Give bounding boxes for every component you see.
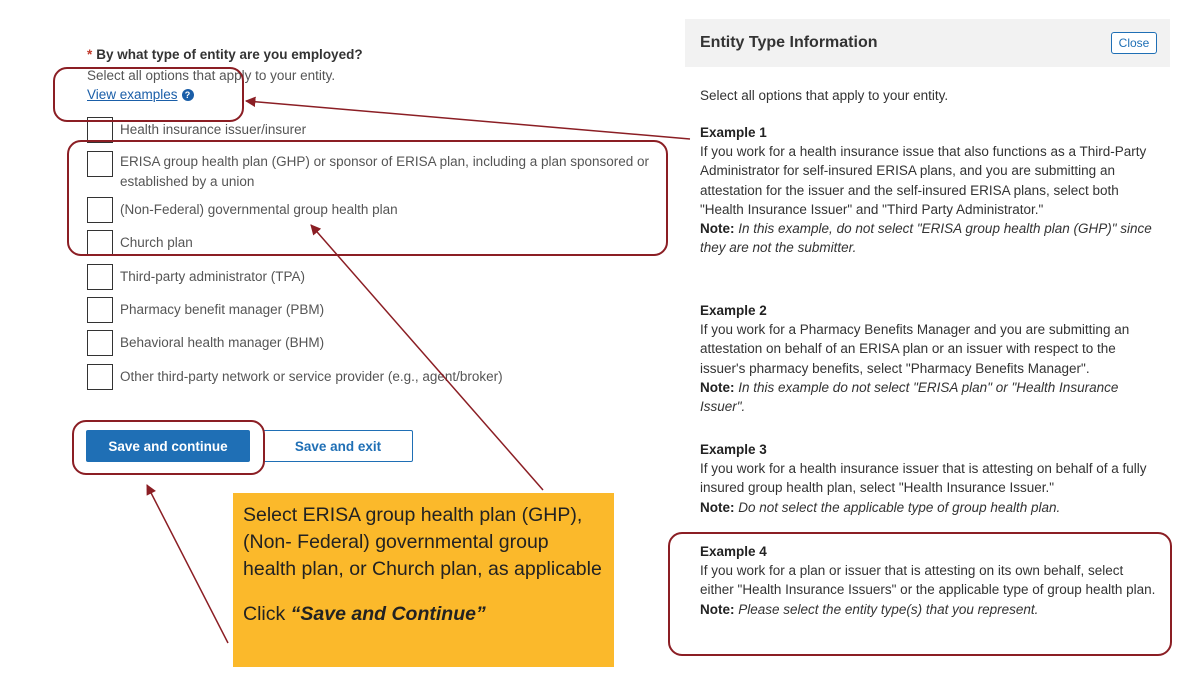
question-text: By what type of entity are you employed? (96, 47, 363, 62)
note-text: Please select the entity type(s) that yo… (738, 601, 1039, 617)
example-title: Example 4 (700, 544, 767, 559)
option-tpa[interactable]: Third-party administrator (TPA) (87, 264, 665, 290)
note-label: Note: (700, 221, 735, 237)
panel-intro: Select all options that apply to your en… (700, 88, 949, 103)
callout-click-target: “Save and Continue” (290, 603, 486, 625)
option-other-third-party[interactable]: Other third-party network or service pro… (87, 364, 665, 390)
arrow-to-save-continue (146, 484, 229, 644)
example-note: Note: Do not select the applicable type … (700, 498, 1160, 517)
option-label: Other third-party network or service pro… (120, 369, 503, 384)
example-2: Example 2 If you work for a Pharmacy Ben… (700, 301, 1160, 416)
note-text: Do not select the applicable type of gro… (738, 499, 1061, 515)
callout-text: Select ERISA group health plan (GHP), (N… (243, 504, 602, 580)
option-label: Health insurance issuer/insurer (120, 122, 307, 137)
entity-info-panel-header: Entity Type Information Close (685, 19, 1170, 67)
checkbox[interactable] (87, 297, 113, 323)
option-bhm[interactable]: Behavioral health manager (BHM) (87, 330, 665, 356)
highlight-save-continue (72, 420, 265, 475)
example-body: If you work for a health insurance issue… (700, 144, 1147, 217)
panel-title: Entity Type Information (700, 34, 878, 51)
example-title: Example 2 (700, 303, 767, 318)
callout-click-prefix: Click (243, 603, 291, 625)
checkbox[interactable] (87, 264, 113, 290)
note-label: Note: (700, 499, 735, 515)
example-body: If you work for a plan or issuer that is… (700, 563, 1156, 598)
option-pbm[interactable]: Pharmacy benefit manager (PBM) (87, 297, 665, 323)
note-label: Note: (700, 379, 735, 395)
example-body: If you work for a Pharmacy Benefits Mana… (700, 322, 1130, 376)
example-1: Example 1 If you work for a health insur… (700, 123, 1160, 257)
example-3: Example 3 If you work for a health insur… (700, 440, 1160, 517)
example-title: Example 3 (700, 442, 767, 457)
option-label: Behavioral health manager (BHM) (120, 335, 325, 350)
instruction-callout: Select ERISA group health plan (GHP), (N… (233, 493, 614, 667)
example-note: Note: In this example, do not select "ER… (700, 219, 1160, 257)
question-label: * By what type of entity are you employed… (87, 47, 363, 62)
example-body: If you work for a health insurance issue… (700, 461, 1147, 496)
example-title: Example 1 (700, 125, 767, 140)
checkbox[interactable] (87, 364, 113, 390)
highlight-view-examples (53, 67, 244, 122)
note-label: Note: (700, 601, 735, 617)
save-and-exit-button[interactable]: Save and exit (263, 430, 413, 462)
note-text: In this example, do not select "ERISA gr… (700, 221, 1152, 256)
example-note: Note: Please select the entity type(s) t… (700, 600, 1160, 619)
option-label: Third-party administrator (TPA) (120, 269, 306, 284)
highlight-plan-options (67, 140, 668, 256)
callout-click-line: Click “Save and Continue” (243, 601, 604, 628)
close-button[interactable]: Close (1111, 32, 1157, 54)
note-text: In this example do not select "ERISA pla… (700, 379, 1119, 415)
option-label: Pharmacy benefit manager (PBM) (120, 302, 325, 317)
checkbox[interactable] (87, 330, 113, 356)
required-mark: * (87, 47, 93, 62)
example-note: Note: In this example do not select "ERI… (700, 378, 1160, 416)
example-4: Example 4 If you work for a plan or issu… (700, 542, 1160, 619)
